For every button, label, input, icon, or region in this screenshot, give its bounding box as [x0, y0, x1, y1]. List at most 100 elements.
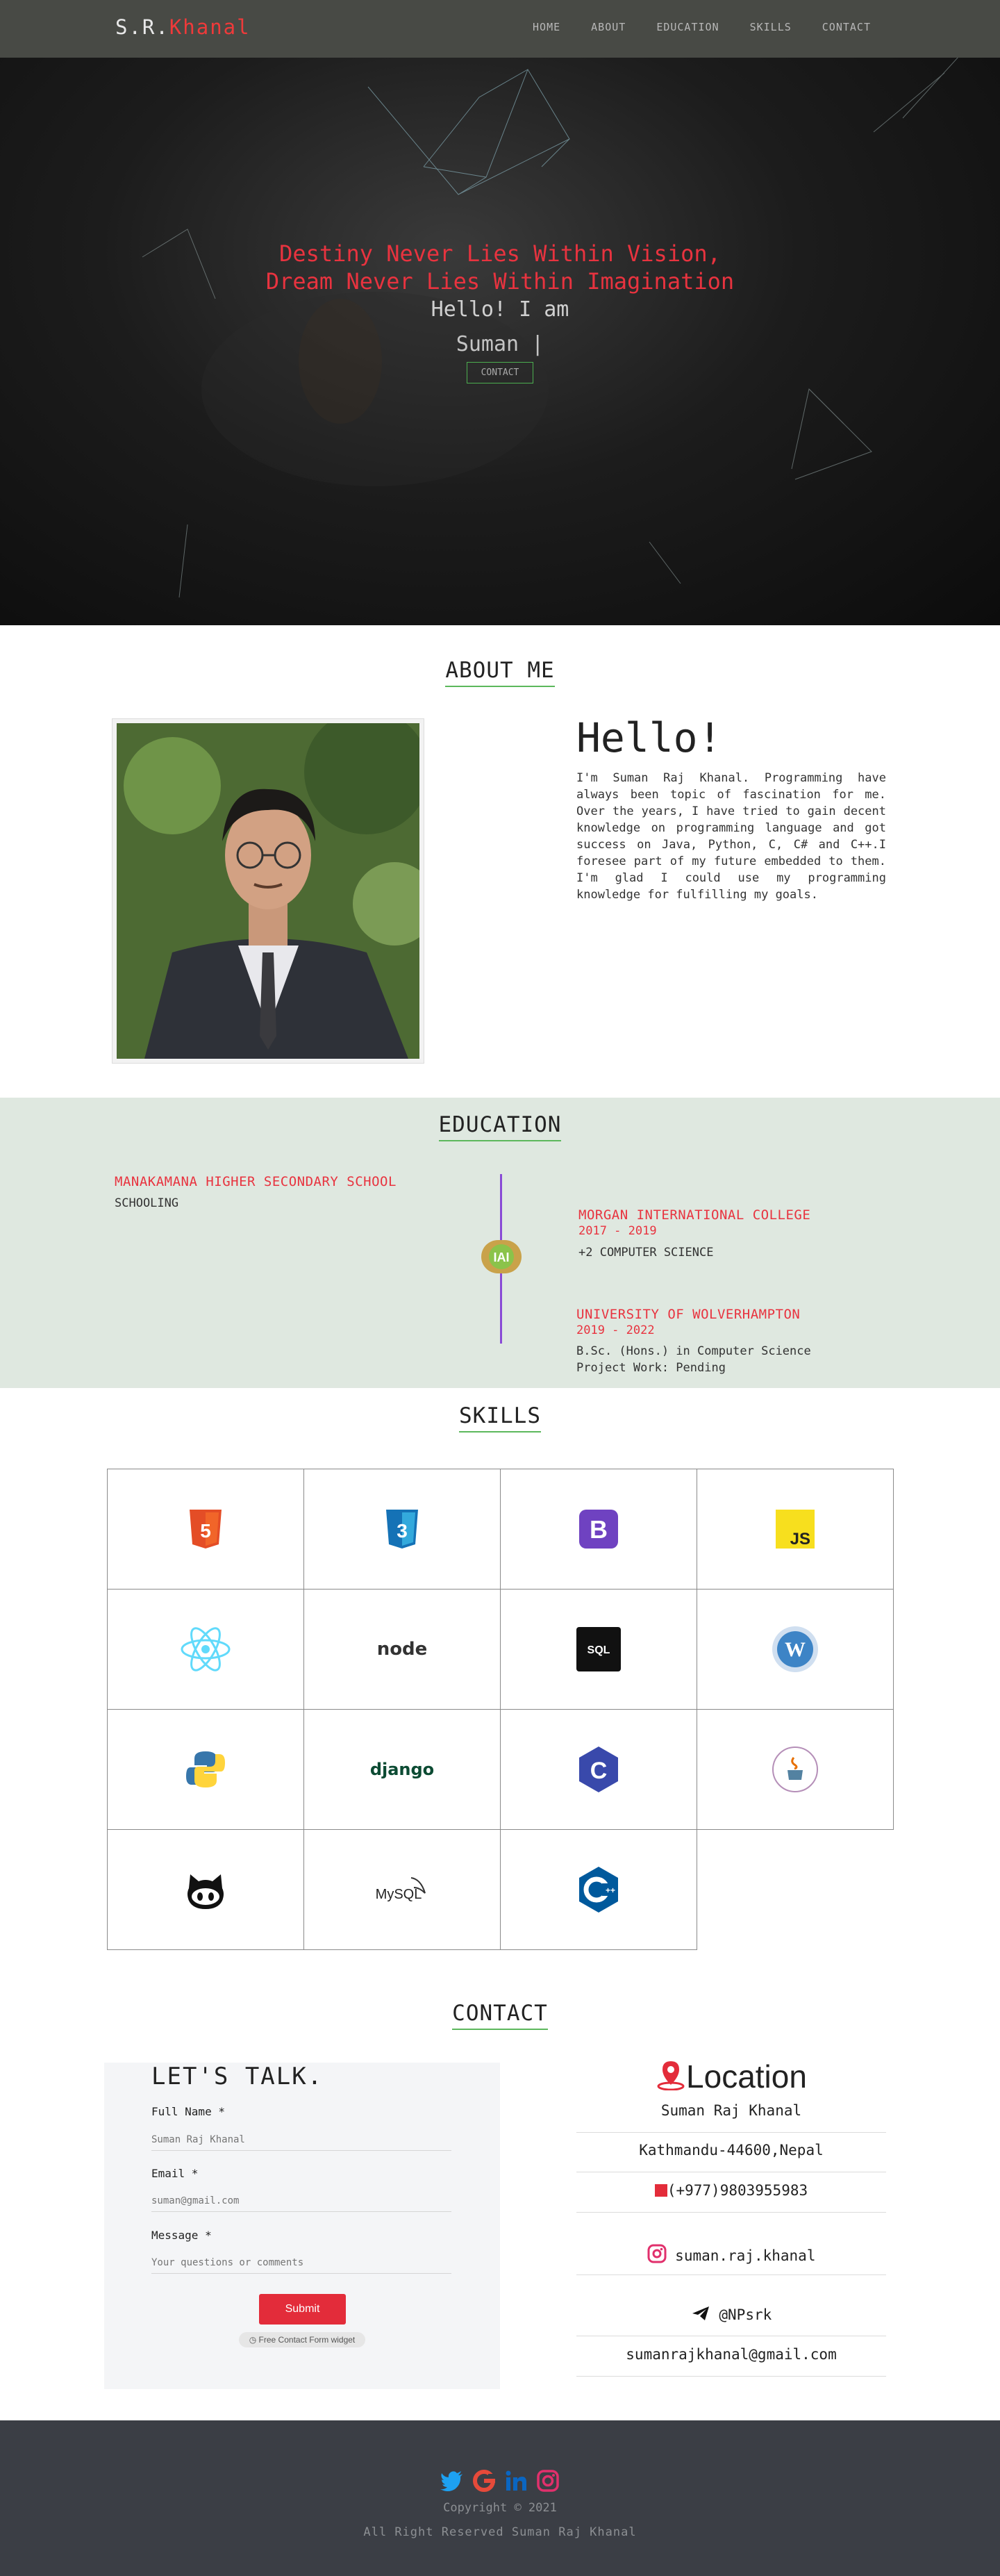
skill-cell-bootstrap: B [500, 1469, 697, 1590]
skill-cell-mysql: MySQL [303, 1829, 501, 1950]
svg-text:5: 5 [200, 1520, 211, 1542]
cpp-icon: ++ [579, 1867, 618, 1913]
education-school-1: MANAKAMANA HIGHER SECONDARY SCHOOL [115, 1174, 397, 1189]
location-pin-icon [657, 2061, 685, 2091]
skill-cell-wordpress: W [697, 1589, 894, 1710]
css3-icon: 3 [386, 1510, 418, 1549]
hero-contact-button[interactable]: CONTACT [467, 362, 533, 383]
nav-link-home[interactable]: HOME [533, 21, 560, 33]
django-icon: django [370, 1760, 434, 1779]
nav-link-skills[interactable]: SKILLS [750, 21, 792, 33]
skill-cell-django: django [303, 1709, 501, 1830]
google-icon[interactable] [472, 2468, 497, 2493]
location-heading-text: Location [686, 2058, 807, 2095]
info-separator [576, 2212, 886, 2213]
svg-text:JS: JS [790, 1530, 810, 1549]
info-phone-text: (+977)9803955983 [667, 2182, 808, 2199]
instagram-icon [647, 2244, 667, 2263]
submit-button[interactable]: Submit [259, 2294, 346, 2325]
hero-greeting: Hello! I am [431, 297, 569, 322]
mysql-icon: MySQL [376, 1877, 426, 1902]
widget-badge-text: Free Contact Form widget [258, 2335, 356, 2345]
brand-logo[interactable]: S.R.Khanal [115, 15, 251, 39]
svg-text:IAI: IAI [493, 1250, 509, 1264]
wordpress-icon: W [772, 1626, 818, 1672]
svg-text:MySQL: MySQL [376, 1887, 422, 1902]
info-address: Kathmandu-44600,Nepal [639, 2142, 824, 2158]
profile-photo [112, 719, 424, 1063]
html5-icon: 5 [190, 1510, 222, 1549]
nav-link-contact[interactable]: CONTACT [822, 21, 871, 33]
twitter-icon[interactable] [440, 2468, 465, 2493]
svg-text:C: C [590, 1758, 608, 1784]
skill-cell-c: C [500, 1709, 697, 1830]
svg-text:++: ++ [606, 1885, 615, 1895]
hero-quote-line2: Dream Never Lies Within Imagination [265, 268, 735, 295]
sql-icon: SQL [576, 1627, 621, 1671]
nav-link-about[interactable]: ABOUT [591, 21, 626, 33]
phone-icon [654, 2184, 667, 2197]
hero-section: Destiny Never Lies Within Vision, Dream … [0, 0, 1000, 625]
skill-cell-cpp: ++ [500, 1829, 697, 1950]
education-detail-1: SCHOOLING [115, 1196, 179, 1210]
python-icon [186, 1751, 225, 1787]
instagram-footer-icon[interactable] [535, 2468, 560, 2493]
message-input[interactable] [151, 2252, 451, 2274]
skill-cell-react [107, 1589, 304, 1710]
brand-prefix: S.R. [115, 15, 169, 39]
skill-cell-sql: SQL [500, 1589, 697, 1710]
skill-cell-python [107, 1709, 304, 1830]
info-phone[interactable]: (+977)9803955983 [576, 2182, 886, 2199]
email-label: Email * [151, 2167, 199, 2180]
about-title-text: ABOUT ME [445, 658, 555, 687]
skills-section-title: SKILLS [0, 1403, 1000, 1433]
svg-text:SQL: SQL [588, 1644, 610, 1656]
info-telegram[interactable]: @NPsrk [576, 2305, 886, 2323]
github-icon [188, 1874, 224, 1909]
graduation-icon: IAI [481, 1240, 522, 1273]
hero-typed-text: Suman | [456, 332, 544, 356]
skills-grid: 5 3 B JS node SQL W django C MySQL ++ [107, 1469, 894, 1951]
contact-section-title: CONTACT [0, 2001, 1000, 2030]
education-section-title: EDUCATION [0, 1112, 1000, 1141]
svg-text:django: django [370, 1760, 434, 1779]
info-separator [576, 2274, 886, 2275]
javascript-icon: JS [776, 1510, 815, 1549]
education-school-2: MORGAN INTERNATIONAL COLLEGE [578, 1207, 811, 1223]
info-telegram-text: @NPsrk [719, 2306, 772, 2323]
svg-text:B: B [590, 1515, 608, 1544]
linkedin-icon[interactable] [503, 2468, 528, 2493]
education-detail-3: B.Sc. (Hons.) in Computer Science [576, 1344, 811, 1358]
skill-cell-html5: 5 [107, 1469, 304, 1590]
svg-text:W: W [785, 1638, 806, 1661]
skill-cell-java [697, 1709, 894, 1830]
bootstrap-icon: B [579, 1510, 618, 1549]
full-name-input[interactable] [151, 2129, 451, 2151]
about-section-title: ABOUT ME [0, 658, 1000, 687]
svg-text:node: node [377, 1639, 428, 1660]
education-detail-2: +2 COMPUTER SCIENCE [578, 1246, 714, 1260]
education-years-2: 2017 - 2019 [578, 1224, 657, 1238]
info-email[interactable]: sumanrajkhanal@gmail.com [576, 2346, 886, 2363]
nodejs-icon: node [377, 1639, 428, 1660]
footer-rights: All Right Reserved Suman Raj Khanal [363, 2525, 637, 2539]
info-instagram-text: suman.raj.khanal [675, 2247, 816, 2264]
svg-text:3: 3 [397, 1520, 408, 1542]
contact-title-text: CONTACT [452, 2001, 548, 2030]
message-label: Message * [151, 2229, 212, 2242]
email-input[interactable] [151, 2190, 451, 2212]
navbar: S.R.Khanal HOME ABOUT EDUCATION SKILLS C… [0, 0, 1000, 58]
nav-link-education[interactable]: EDUCATION [656, 21, 719, 33]
contact-widget-badge[interactable]: ◷ Free Contact Form widget [239, 2332, 365, 2347]
telegram-icon [692, 2306, 709, 2320]
about-heading: Hello! [576, 714, 722, 761]
skill-cell-nodejs: node [303, 1589, 501, 1710]
info-separator [576, 2376, 886, 2377]
education-years-3: 2019 - 2022 [576, 1323, 655, 1337]
java-icon [772, 1747, 818, 1792]
hero-quote: Destiny Never Lies Within Vision, Dream … [0, 240, 1000, 295]
skills-title-text: SKILLS [459, 1403, 541, 1433]
info-instagram[interactable]: suman.raj.khanal [576, 2244, 886, 2264]
about-description: I'm Suman Raj Khanal. Programming have a… [576, 771, 886, 902]
education-detail-3b: Project Work: Pending [576, 1361, 726, 1375]
